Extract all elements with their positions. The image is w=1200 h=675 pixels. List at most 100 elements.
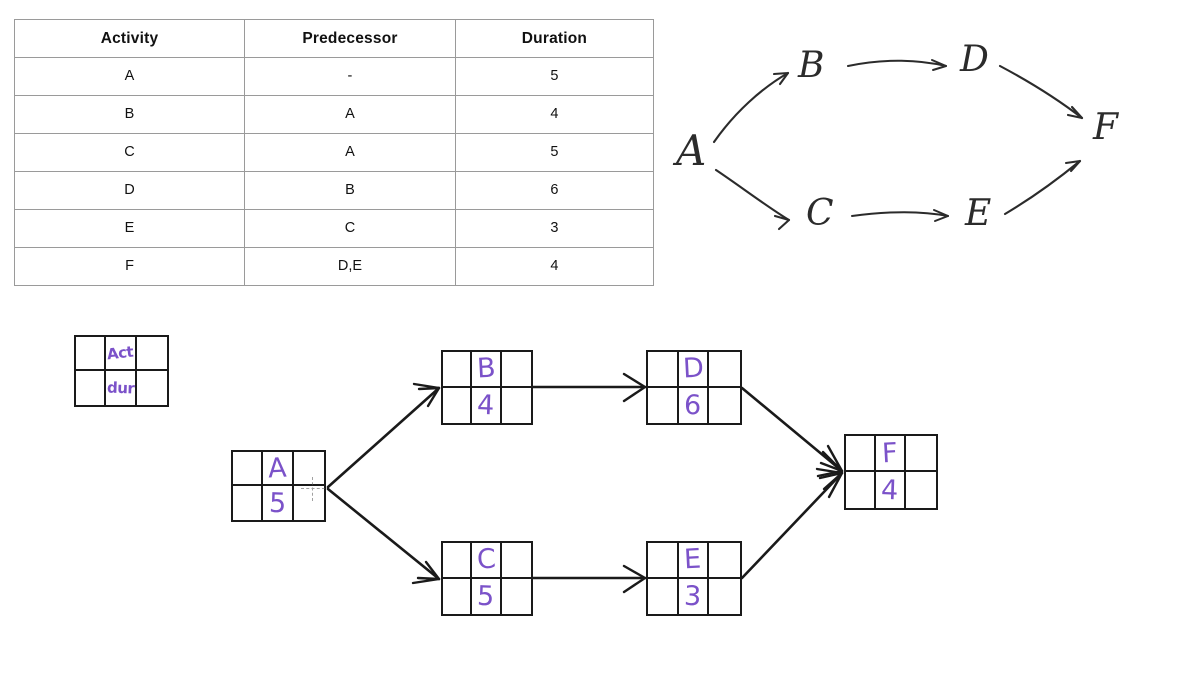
sketch-edge-a-c: [714, 168, 791, 231]
sketch-edge-d-f: [998, 64, 1084, 120]
table-row: A - 5: [13, 57, 655, 96]
node-a-cell-ls: [233, 486, 264, 520]
node-f-cell-ls: [846, 472, 876, 508]
node-f-cell-lf: [906, 472, 936, 508]
sketch-node-b: B: [798, 45, 825, 86]
sketch-network-edges: [712, 59, 1084, 231]
aon-edge-c-e: [531, 564, 647, 594]
node-c-cell-es: [443, 543, 473, 579]
sketch-node-f: F: [1093, 107, 1118, 148]
node-e-cell-es: [648, 543, 679, 579]
node-d-cell-ls: [648, 387, 679, 423]
column-header-activity: Activity: [13, 19, 246, 58]
cell-duration: 6: [454, 171, 655, 210]
table-row: E C 3: [13, 209, 655, 248]
node-b-duration-label: 4: [476, 389, 496, 422]
node-d-cell-ef: [709, 352, 740, 388]
legend-cell-duration: dur: [106, 371, 137, 405]
cell-duration: 3: [454, 209, 655, 248]
node-c-duration-label: 5: [476, 580, 496, 613]
node-e-cell-activity: E: [678, 543, 710, 579]
node-c-cell-ef: [501, 543, 531, 579]
node-e-cell-ef: [709, 543, 740, 579]
table-row: B A 4: [13, 95, 655, 134]
cell-predecessor: D,E: [244, 247, 456, 286]
aon-edges: [326, 372, 844, 594]
crosshair-cursor-icon: [301, 477, 325, 501]
sketch-edge-e-f: [1003, 159, 1082, 216]
cell-duration: 4: [454, 247, 655, 286]
cell-activity: C: [13, 133, 246, 172]
node-d-cell-duration: 6: [679, 387, 710, 423]
sketch-edge-b-d: [847, 59, 947, 71]
node-f-cell-es: [846, 436, 876, 472]
cell-duration: 5: [454, 57, 655, 96]
node-f-activity-label: F: [881, 437, 899, 469]
node-e-cell-duration: 3: [679, 578, 710, 614]
legend-activity-text: Act: [106, 342, 135, 363]
node-f-cell-ef: [906, 436, 936, 472]
cell-duration: 4: [454, 95, 655, 134]
cell-activity: E: [13, 209, 246, 248]
legend-cell-activity: Act: [106, 337, 137, 371]
column-header-predecessor: Predecessor: [244, 19, 456, 58]
cell-duration: 5: [454, 133, 655, 172]
node-e-cell-lf: [709, 579, 740, 615]
node-b-cell-duration: 4: [472, 387, 502, 423]
node-d-activity-label: D: [681, 352, 705, 385]
node-b-cell-es: [443, 352, 473, 388]
node-b-cell-lf: [502, 388, 531, 424]
node-d-cell-es: [648, 352, 679, 388]
node-c-cell-lf: [502, 579, 531, 615]
sketch-node-d: D: [960, 39, 989, 80]
node-d-cell-lf: [709, 388, 740, 424]
node-e-cell-ls: [648, 578, 679, 614]
legend-cell-bottom-left: [76, 371, 107, 405]
cell-predecessor: B: [244, 171, 456, 210]
node-d-cell-activity: D: [678, 352, 710, 388]
node-legend-key: Act dur: [74, 335, 169, 407]
node-a-cell-es: [233, 452, 264, 486]
node-a-duration-label: 5: [268, 487, 287, 519]
node-e-duration-label: 3: [683, 580, 703, 613]
aon-edge-b-d: [531, 372, 647, 403]
cell-predecessor: A: [244, 133, 456, 172]
node-a-cell-duration: 5: [263, 486, 294, 520]
activity-predecessor-duration-table: Activity Predecessor Duration A - 5 B A …: [13, 19, 655, 286]
node-c-cell-duration: 5: [472, 578, 502, 614]
sketch-node-e: E: [965, 193, 992, 234]
table-row: D B 6: [13, 171, 655, 210]
legend-cell-top-left: [76, 337, 107, 371]
cell-predecessor: -: [244, 57, 456, 96]
node-e-activity-label: E: [683, 543, 703, 576]
aon-node-b: B 4: [441, 350, 533, 425]
legend-cell-top-right: [136, 337, 167, 371]
node-d-duration-label: 6: [683, 389, 703, 422]
column-header-duration: Duration: [454, 19, 655, 58]
node-c-cell-ls: [443, 578, 473, 614]
node-b-cell-ls: [443, 387, 473, 423]
node-b-cell-activity: B: [472, 352, 502, 388]
node-c-cell-activity: C: [472, 543, 502, 579]
sketch-edge-c-e: [851, 209, 949, 222]
node-b-cell-ef: [501, 352, 531, 388]
cell-activity: B: [13, 95, 246, 134]
aon-node-c: C 5: [441, 541, 533, 616]
aon-edge-e-f: [740, 467, 844, 580]
cell-predecessor: C: [244, 209, 456, 248]
legend-cell-bottom-right: [137, 371, 167, 405]
aon-edge-d-f: [740, 386, 844, 478]
node-b-activity-label: B: [475, 352, 497, 385]
aon-edge-a-b: [326, 382, 441, 489]
node-a-cell-activity: A: [263, 452, 294, 486]
table-header-row: Activity Predecessor Duration: [13, 19, 655, 58]
node-f-cell-activity: F: [876, 436, 906, 472]
sketch-edge-a-b: [712, 71, 790, 144]
aon-edge-a-c: [326, 487, 441, 585]
cell-activity: F: [13, 247, 246, 286]
aon-node-e: E 3: [646, 541, 742, 616]
node-a-activity-label: A: [267, 452, 288, 484]
table-row: C A 5: [13, 133, 655, 172]
node-f-cell-duration: 4: [876, 472, 906, 508]
node-f-duration-label: 4: [880, 474, 900, 506]
